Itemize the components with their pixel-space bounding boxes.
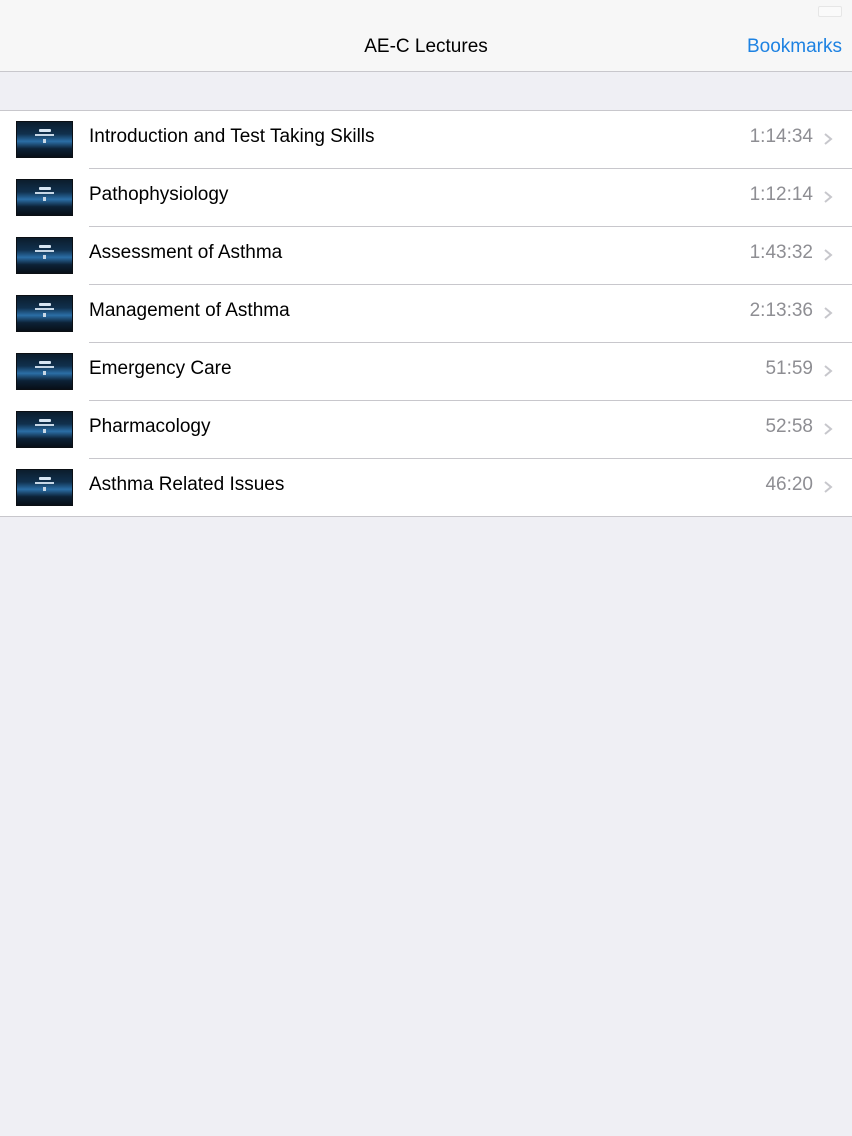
bookmarks-button[interactable]: Bookmarks xyxy=(747,36,842,58)
lecture-duration: 2:13:36 xyxy=(749,300,813,321)
navigation-bar: AE-C Lectures Bookmarks xyxy=(0,20,852,72)
list-item[interactable]: Assessment of Asthma 1:43:32 xyxy=(16,227,852,285)
status-bar xyxy=(0,0,852,20)
lecture-thumbnail xyxy=(16,121,73,158)
chevron-right-icon xyxy=(824,191,833,203)
chevron-right-icon xyxy=(824,307,833,319)
list-item[interactable]: Pathophysiology 1:12:14 xyxy=(16,169,852,227)
chevron-right-icon xyxy=(824,365,833,377)
lecture-thumbnail xyxy=(16,179,73,216)
lecture-list: Introduction and Test Taking Skills 1:14… xyxy=(0,110,852,517)
battery-icon xyxy=(818,6,842,17)
lecture-duration: 52:58 xyxy=(765,416,813,437)
list-item[interactable]: Emergency Care 51:59 xyxy=(16,343,852,401)
lecture-title: Asthma Related Issues xyxy=(89,474,285,495)
list-item[interactable]: Introduction and Test Taking Skills 1:14… xyxy=(16,111,852,169)
lecture-title: Assessment of Asthma xyxy=(89,242,283,263)
page-title: AE-C Lectures xyxy=(364,36,488,57)
chevron-right-icon xyxy=(824,133,833,145)
lecture-duration: 51:59 xyxy=(765,358,813,379)
chevron-right-icon xyxy=(824,423,833,435)
lecture-thumbnail xyxy=(16,353,73,390)
lecture-title: Pathophysiology xyxy=(89,184,229,205)
lecture-thumbnail xyxy=(16,469,73,506)
list-item[interactable]: Asthma Related Issues 46:20 xyxy=(16,459,852,516)
lecture-thumbnail xyxy=(16,295,73,332)
lecture-title: Management of Asthma xyxy=(89,300,290,321)
lecture-thumbnail xyxy=(16,237,73,274)
lecture-duration: 1:43:32 xyxy=(749,242,813,263)
list-item[interactable]: Management of Asthma 2:13:36 xyxy=(16,285,852,343)
lecture-duration: 46:20 xyxy=(765,474,813,495)
lecture-duration: 1:12:14 xyxy=(749,184,813,205)
list-item[interactable]: Pharmacology 52:58 xyxy=(16,401,852,459)
lecture-duration: 1:14:34 xyxy=(749,126,813,147)
chevron-right-icon xyxy=(824,481,833,493)
chevron-right-icon xyxy=(824,249,833,261)
lecture-title: Pharmacology xyxy=(89,416,211,437)
lecture-thumbnail xyxy=(16,411,73,448)
lecture-title: Introduction and Test Taking Skills xyxy=(89,126,375,147)
screen: AE-C Lectures Bookmarks Introduction and… xyxy=(0,0,852,1136)
lecture-title: Emergency Care xyxy=(89,358,232,379)
